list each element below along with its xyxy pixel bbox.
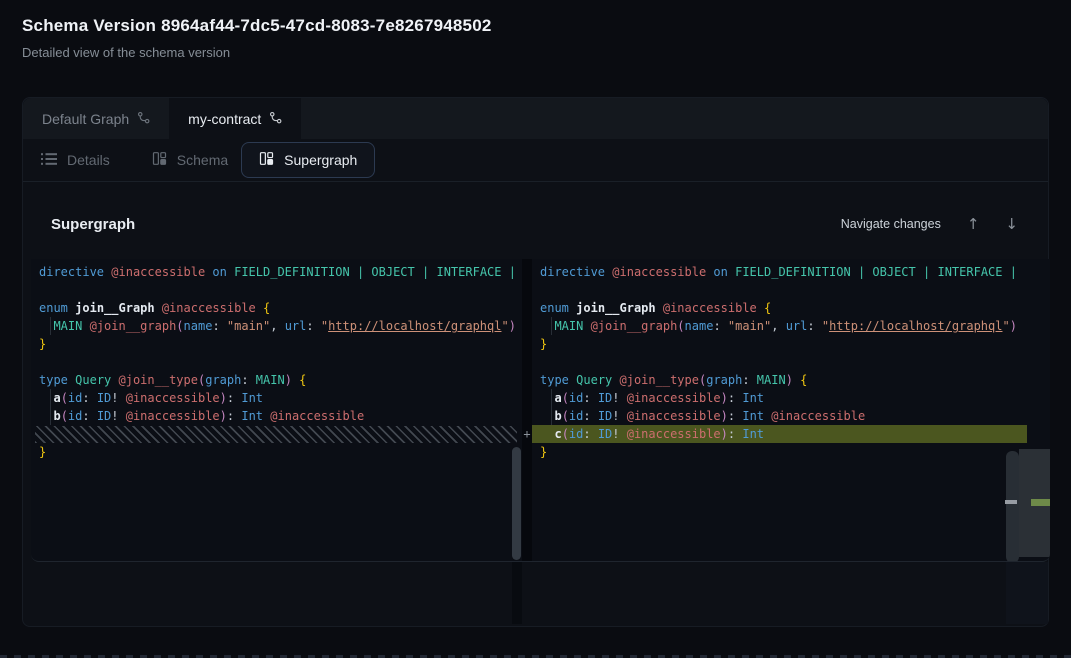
page-title: Schema Version 8964af44-7dc5-47cd-8083-7… (22, 16, 492, 36)
page-header: Schema Version 8964af44-7dc5-47cd-8083-7… (22, 16, 492, 60)
fork-icon (269, 111, 282, 127)
code-modified: directive @inaccessible on FIELD_DEFINIT… (532, 259, 1050, 461)
navigate-changes: Navigate changes ↑ ↓ (841, 217, 1018, 232)
diff-pane-original[interactable]: directive @inaccessible on FIELD_DEFINIT… (31, 259, 522, 561)
indent-guide (50, 389, 51, 407)
code-line: b(id: ID! @inaccessible): Int @inaccessi… (540, 407, 1050, 425)
diff-placeholder-row (35, 426, 517, 443)
code-line: directive @inaccessible on FIELD_DEFINIT… (540, 263, 1050, 281)
fork-icon (137, 111, 150, 127)
previous-change-button[interactable]: ↑ (967, 217, 980, 232)
minimap-viewport-mark (1005, 500, 1017, 504)
code-line: b(id: ID! @inaccessible): Int @inaccessi… (39, 407, 522, 425)
list-icon (41, 152, 57, 169)
indent-guide (551, 407, 552, 425)
code-line: } (540, 335, 1050, 353)
diff-add-marker: + (520, 425, 534, 443)
supergraph-heading: Supergraph (51, 216, 135, 233)
code-line: a(id: ID! @inaccessible): Int (39, 389, 522, 407)
code-original: directive @inaccessible on FIELD_DEFINIT… (31, 259, 522, 461)
code-line-blank (540, 281, 1050, 299)
indent-guide (50, 317, 51, 335)
minimap-added-mark (1031, 499, 1050, 506)
tab-supergraph-label: Supergraph (284, 152, 357, 168)
code-line: } (39, 443, 522, 461)
scrollbar-column-strip (1006, 562, 1048, 624)
right-scrollbar-thumb[interactable] (1006, 451, 1019, 562)
schema-diff-editor: directive @inaccessible on FIELD_DEFINIT… (31, 259, 1050, 562)
code-line: } (540, 443, 1050, 461)
indent-guide (551, 389, 552, 407)
pane-divider-strip (512, 562, 522, 624)
tab-schema[interactable]: Schema (152, 151, 228, 169)
code-line-blank (39, 281, 522, 299)
graph-variant-tabs: Default Graph my-contract (23, 98, 1048, 139)
code-line: MAIN @join__graph(name: "main", url: "ht… (540, 317, 1050, 335)
code-line: a(id: ID! @inaccessible): Int (540, 389, 1050, 407)
tab-default-graph-label: Default Graph (42, 111, 129, 127)
code-line: type Query @join__type(graph: MAIN) { (540, 371, 1050, 389)
code-line-blank (39, 353, 522, 371)
indent-guide (50, 407, 51, 425)
tab-details[interactable]: Details (41, 152, 110, 169)
schema-panels-icon (152, 151, 167, 169)
tab-supergraph[interactable]: Supergraph (241, 142, 375, 178)
code-line: type Query @join__type(graph: MAIN) { (39, 371, 522, 389)
page-subtitle: Detailed view of the schema version (22, 45, 492, 60)
left-scrollbar-thumb[interactable] (512, 447, 521, 560)
code-line: MAIN @join__graph(name: "main", url: "ht… (39, 317, 522, 335)
tab-my-contract-label: my-contract (188, 111, 261, 127)
diff-added-line: c(id: ID! @inaccessible): Int (532, 425, 1027, 443)
code-line: directive @inaccessible on FIELD_DEFINIT… (39, 263, 522, 281)
supergraph-panel-header: Supergraph Navigate changes ↑ ↓ (51, 212, 1018, 236)
indent-guide (551, 317, 552, 335)
schema-version-card: Default Graph my-contract (22, 97, 1049, 627)
next-change-button[interactable]: ↓ (1005, 217, 1018, 232)
view-tabs: Details Schema Supergraph (23, 139, 1048, 182)
tab-details-label: Details (67, 152, 110, 168)
schema-panels-icon (259, 151, 274, 169)
tab-default-graph[interactable]: Default Graph (23, 98, 169, 139)
diff-gutter (522, 259, 532, 561)
code-line-blank (540, 353, 1050, 371)
navigate-changes-label: Navigate changes (841, 217, 941, 231)
tab-my-contract[interactable]: my-contract (169, 98, 301, 139)
code-line: enum join__Graph @inaccessible { (540, 299, 1050, 317)
code-line: enum join__Graph @inaccessible { (39, 299, 522, 317)
tab-schema-label: Schema (177, 152, 228, 168)
code-line: } (39, 335, 522, 353)
diff-pane-modified[interactable]: directive @inaccessible on FIELD_DEFINIT… (532, 259, 1050, 561)
